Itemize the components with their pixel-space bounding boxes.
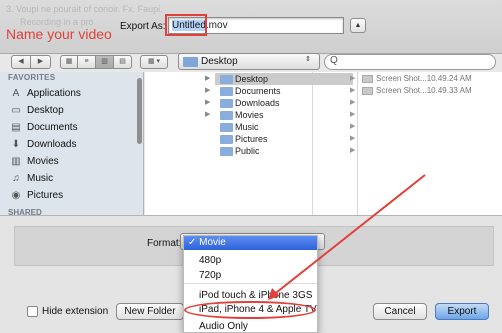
annotation-highlight-box [165, 14, 207, 36]
search-icon: Q [330, 55, 338, 66]
format-label: Format: [147, 238, 182, 249]
location-popup[interactable]: Desktop [178, 53, 320, 70]
back-arrow-icon: ◀ [18, 58, 24, 65]
forward-arrow-icon: ▶ [37, 58, 44, 65]
folder-row-downloads[interactable]: Downloads [215, 97, 353, 109]
chevron-right-icon: ▶ [350, 87, 356, 94]
chevron-right-icon: ▶ [350, 123, 356, 130]
menu-item-720p[interactable]: 720p [199, 270, 221, 281]
folder-icon [183, 57, 198, 67]
menu-item-movie[interactable]: ✓ Movie [184, 236, 317, 250]
menu-separator [184, 283, 317, 284]
sidebar-item-music[interactable]: Music [0, 170, 138, 187]
folder-icon [220, 75, 233, 84]
export-button[interactable]: Export [435, 303, 489, 320]
filename-extension: .mov [205, 20, 228, 31]
expand-dialog-button[interactable]: ▲ [350, 18, 366, 33]
sidebar-item-desktop[interactable]: Desktop [0, 102, 138, 119]
folder-row-music[interactable]: Music [215, 121, 353, 133]
new-folder-button[interactable]: New Folder [116, 303, 184, 320]
image-file-icon [362, 87, 373, 95]
hide-extension-checkbox[interactable] [27, 306, 38, 317]
forward-button[interactable]: ▶ [31, 55, 51, 69]
annotation-name-your-video: Name your video [6, 26, 112, 42]
cancel-button[interactable]: Cancel [373, 303, 427, 320]
favorites-heading: FAVORITES [8, 73, 56, 82]
sidebar-item-downloads[interactable]: Downloads [0, 136, 138, 153]
coverflow-icon: ▤ [119, 58, 126, 65]
chevron-up-icon: ▲ [354, 22, 362, 29]
folder-icon [220, 87, 233, 96]
disclosure-triangle-icon: ▶ [205, 87, 211, 94]
updown-arrows-icon: ⇕ [305, 56, 311, 63]
arrange-button[interactable]: ▦ ▾ [140, 55, 168, 69]
search-field[interactable] [324, 54, 496, 70]
chevron-right-icon: ▶ [350, 99, 356, 106]
grid-icon: ▦ [65, 58, 73, 65]
view-icons-button[interactable]: ▦ [60, 55, 78, 69]
image-file-icon [362, 75, 373, 83]
menu-item-audio-only[interactable]: Audio Only [199, 321, 248, 332]
columns-icon: ▥ [101, 58, 108, 65]
sidebar-item-movies[interactable]: Movies [0, 153, 138, 170]
chevron-right-icon: ▶ [350, 135, 356, 142]
back-button[interactable]: ◀ [11, 55, 31, 69]
folder-row-pictures[interactable]: Pictures [215, 133, 353, 145]
disclosure-triangle-icon: ▶ [205, 99, 211, 106]
hide-extension-label: Hide extension [42, 306, 109, 317]
background-text: 3. Voupi ne pourait of conoir. Fx. Faupi… [6, 4, 163, 14]
file-row-screenshot-1[interactable]: Screen Shot...10.49.24 AM [361, 73, 501, 85]
disclosure-triangle-icon: ▶ [205, 75, 211, 82]
folder-icon [220, 147, 233, 156]
arrange-icon: ▦ ▾ [147, 58, 161, 65]
view-coverflow-button[interactable]: ▤ [114, 55, 132, 69]
menu-item-480p[interactable]: 480p [199, 255, 221, 266]
folder-row-documents[interactable]: Documents [215, 85, 353, 97]
sidebar-scrollbar[interactable] [137, 78, 142, 144]
annotation-highlight-ellipse [184, 301, 316, 319]
folder-icon [220, 123, 233, 132]
sidebar-item-pictures[interactable]: Pictures [0, 187, 138, 204]
view-list-button[interactable]: ≡ [78, 55, 96, 69]
folder-row-movies[interactable]: Movies [215, 109, 353, 121]
menu-item-ipod-touch[interactable]: iPod touch & iPhone 3GS [199, 290, 312, 301]
disclosure-triangle-icon: ▶ [205, 111, 211, 118]
chevron-right-icon: ▶ [350, 75, 356, 82]
folder-icon [220, 99, 233, 108]
chevron-right-icon: ▶ [350, 111, 356, 118]
folder-row-desktop[interactable]: Desktop [215, 73, 353, 85]
sidebar-item-documents[interactable]: Documents [0, 119, 138, 136]
view-columns-button[interactable]: ▥ [96, 55, 114, 69]
sidebar-item-applications[interactable]: Applications [0, 85, 138, 102]
export-as-label: Export As: [120, 21, 166, 32]
file-row-screenshot-2[interactable]: Screen Shot...10.49.33 AM [361, 85, 501, 97]
folder-icon [220, 111, 233, 120]
folder-row-public[interactable]: Public [215, 145, 353, 157]
chevron-right-icon: ▶ [350, 147, 356, 154]
list-icon: ≡ [84, 58, 89, 65]
folder-icon [220, 135, 233, 144]
